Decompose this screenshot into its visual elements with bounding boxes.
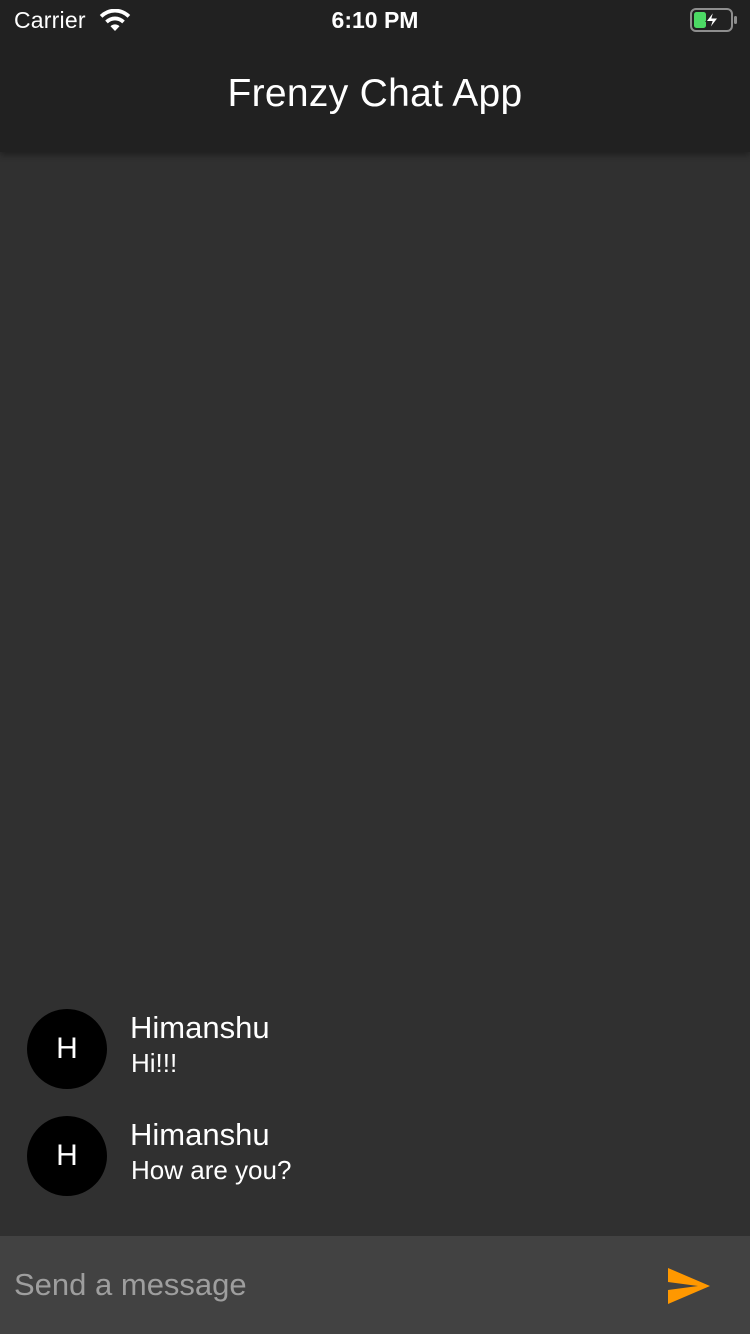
status-bar: Carrier 6:10 PM: [0, 0, 750, 40]
app-bar: Carrier 6:10 PM Frenzy Chat App: [0, 0, 750, 152]
message-sender: Himanshu: [130, 1010, 270, 1045]
message-item: H Himanshu Hi!!!: [0, 1009, 750, 1099]
send-button[interactable]: [660, 1261, 718, 1311]
chat-screen: Carrier 6:10 PM Frenzy Chat App H Himans…: [0, 0, 750, 1334]
avatar: H: [27, 1116, 107, 1196]
message-text: Hi!!!: [131, 1048, 178, 1078]
message-input[interactable]: [0, 1236, 640, 1334]
message-sender: Himanshu: [130, 1117, 270, 1152]
send-icon: [668, 1268, 710, 1304]
avatar: H: [27, 1009, 107, 1089]
battery-charging-icon: [690, 8, 737, 32]
status-time: 6:10 PM: [331, 7, 419, 33]
message-text: How are you?: [131, 1155, 292, 1185]
message-list[interactable]: H Himanshu Hi!!! H Himanshu How are you?: [0, 152, 750, 1236]
message-composer: [0, 1236, 750, 1334]
message-item: H Himanshu How are you?: [0, 1116, 750, 1206]
page-title: Frenzy Chat App: [227, 72, 523, 115]
